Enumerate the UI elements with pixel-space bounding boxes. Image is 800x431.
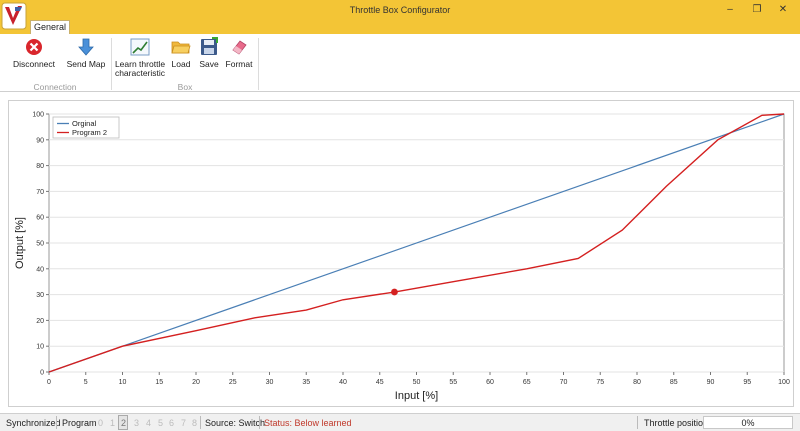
x-tick-label: 55 xyxy=(449,379,457,386)
send-map-label: Send Map xyxy=(66,59,106,69)
x-tick-label: 85 xyxy=(670,379,678,386)
legend-entry: Orginal xyxy=(72,119,97,128)
sync-status: Synchronized xyxy=(6,418,61,428)
status-separator xyxy=(259,416,260,429)
learn-throttle-label-2: characteristic xyxy=(114,68,166,78)
group-label-connection: Connection xyxy=(33,82,77,92)
x-tick-label: 65 xyxy=(523,379,531,386)
chart-panel: 0 10 20 30 40 50 60 70 80 90 100 0 5 10 15 20 25 30 35 40 45… xyxy=(8,100,794,407)
disconnect-button[interactable]: Disconnect xyxy=(10,37,58,69)
x-tick-label: 80 xyxy=(633,379,641,386)
y-tick-label: 0 xyxy=(40,370,44,377)
throttle-position-value: 0% xyxy=(703,416,793,429)
load-button[interactable]: Load xyxy=(169,37,193,69)
program-5[interactable]: 5 xyxy=(158,418,163,428)
x-tick-label: 75 xyxy=(596,379,604,386)
tab-general[interactable]: General xyxy=(30,20,70,34)
y-tick-label: 10 xyxy=(36,344,44,351)
x-tick-label: 5 xyxy=(84,379,88,386)
x-tick-label: 70 xyxy=(560,379,568,386)
status-separator xyxy=(637,416,638,429)
x-tick-label: 95 xyxy=(743,379,751,386)
program-4[interactable]: 4 xyxy=(146,418,151,428)
x-tick-label: 10 xyxy=(119,379,127,386)
program-label: Program xyxy=(62,418,97,428)
format-button[interactable]: Format xyxy=(224,37,254,69)
program-0[interactable]: 0 xyxy=(98,418,103,428)
load-label: Load xyxy=(171,59,191,69)
save-disk-icon xyxy=(201,37,218,55)
program-7[interactable]: 7 xyxy=(181,418,186,428)
learn-throttle-button[interactable]: Learn throttle characteristic xyxy=(112,37,168,78)
status-separator xyxy=(200,416,201,429)
send-map-button[interactable]: Send Map xyxy=(64,37,108,69)
chart-learn-icon xyxy=(130,38,150,56)
source-status: Source: Switch xyxy=(205,418,266,428)
throttle-chart[interactable]: 0 10 20 30 40 50 60 70 80 90 100 0 5 10 15 20 25 30 35 40 45… xyxy=(9,101,795,408)
x-tick-label: 50 xyxy=(413,379,421,386)
y-tick-label: 20 xyxy=(36,318,44,325)
program-2[interactable]: 2 xyxy=(121,418,126,428)
x-tick-label: 20 xyxy=(192,379,200,386)
save-button[interactable]: Save xyxy=(197,37,221,69)
app-logo-icon xyxy=(1,2,27,30)
x-tick-label: 90 xyxy=(707,379,715,386)
y-tick-label: 50 xyxy=(36,241,44,248)
status-message: Status: Below learned xyxy=(264,418,352,428)
y-tick-label: 30 xyxy=(36,292,44,299)
x-tick-label: 30 xyxy=(266,379,274,386)
x-axis-label: Input [%] xyxy=(395,390,438,402)
eraser-icon xyxy=(232,40,247,55)
ribbon: Disconnect Send Map Connection Learn thr… xyxy=(0,34,800,92)
throttle-position-label: Throttle position xyxy=(644,418,709,428)
status-bar: Synchronized Program 0 1 2 3 4 5 6 7 8 S… xyxy=(0,413,800,431)
y-tick-label: 80 xyxy=(36,163,44,170)
y-tick-label: 100 xyxy=(32,112,44,119)
x-tick-label: 25 xyxy=(229,379,237,386)
window-title: Throttle Box Configurator xyxy=(349,5,451,15)
format-label: Format xyxy=(225,59,253,69)
send-arrow-icon xyxy=(78,38,94,56)
folder-open-icon xyxy=(171,41,191,54)
restore-icon[interactable]: ❐ xyxy=(749,3,765,17)
y-tick-label: 90 xyxy=(36,137,44,144)
legend-entry: Program 2 xyxy=(72,128,107,137)
x-tick-label: 100 xyxy=(778,379,790,386)
program-3[interactable]: 3 xyxy=(134,418,139,428)
disconnect-icon xyxy=(26,39,42,55)
y-tick-label: 60 xyxy=(36,215,44,222)
program-6[interactable]: 6 xyxy=(169,418,174,428)
x-tick-label: 35 xyxy=(302,379,310,386)
x-tick-label: 60 xyxy=(486,379,494,386)
y-axis-label: Output [%] xyxy=(14,217,26,269)
x-tick-label: 45 xyxy=(376,379,384,386)
program-1[interactable]: 1 xyxy=(110,418,115,428)
minimize-icon[interactable]: – xyxy=(722,3,738,17)
group-separator xyxy=(258,38,259,90)
x-tick-label: 0 xyxy=(47,379,51,386)
group-label-box: Box xyxy=(177,82,193,92)
program-8[interactable]: 8 xyxy=(192,418,197,428)
x-tick-label: 15 xyxy=(155,379,163,386)
tab-strip xyxy=(0,20,800,34)
y-tick-label: 70 xyxy=(36,189,44,196)
disconnect-label: Disconnect xyxy=(12,59,56,69)
save-label: Save xyxy=(199,59,219,69)
current-point-marker[interactable] xyxy=(391,288,398,296)
close-icon[interactable]: ✕ xyxy=(775,3,791,17)
status-separator xyxy=(56,416,57,429)
x-tick-label: 40 xyxy=(339,379,347,386)
y-tick-label: 40 xyxy=(36,266,44,273)
